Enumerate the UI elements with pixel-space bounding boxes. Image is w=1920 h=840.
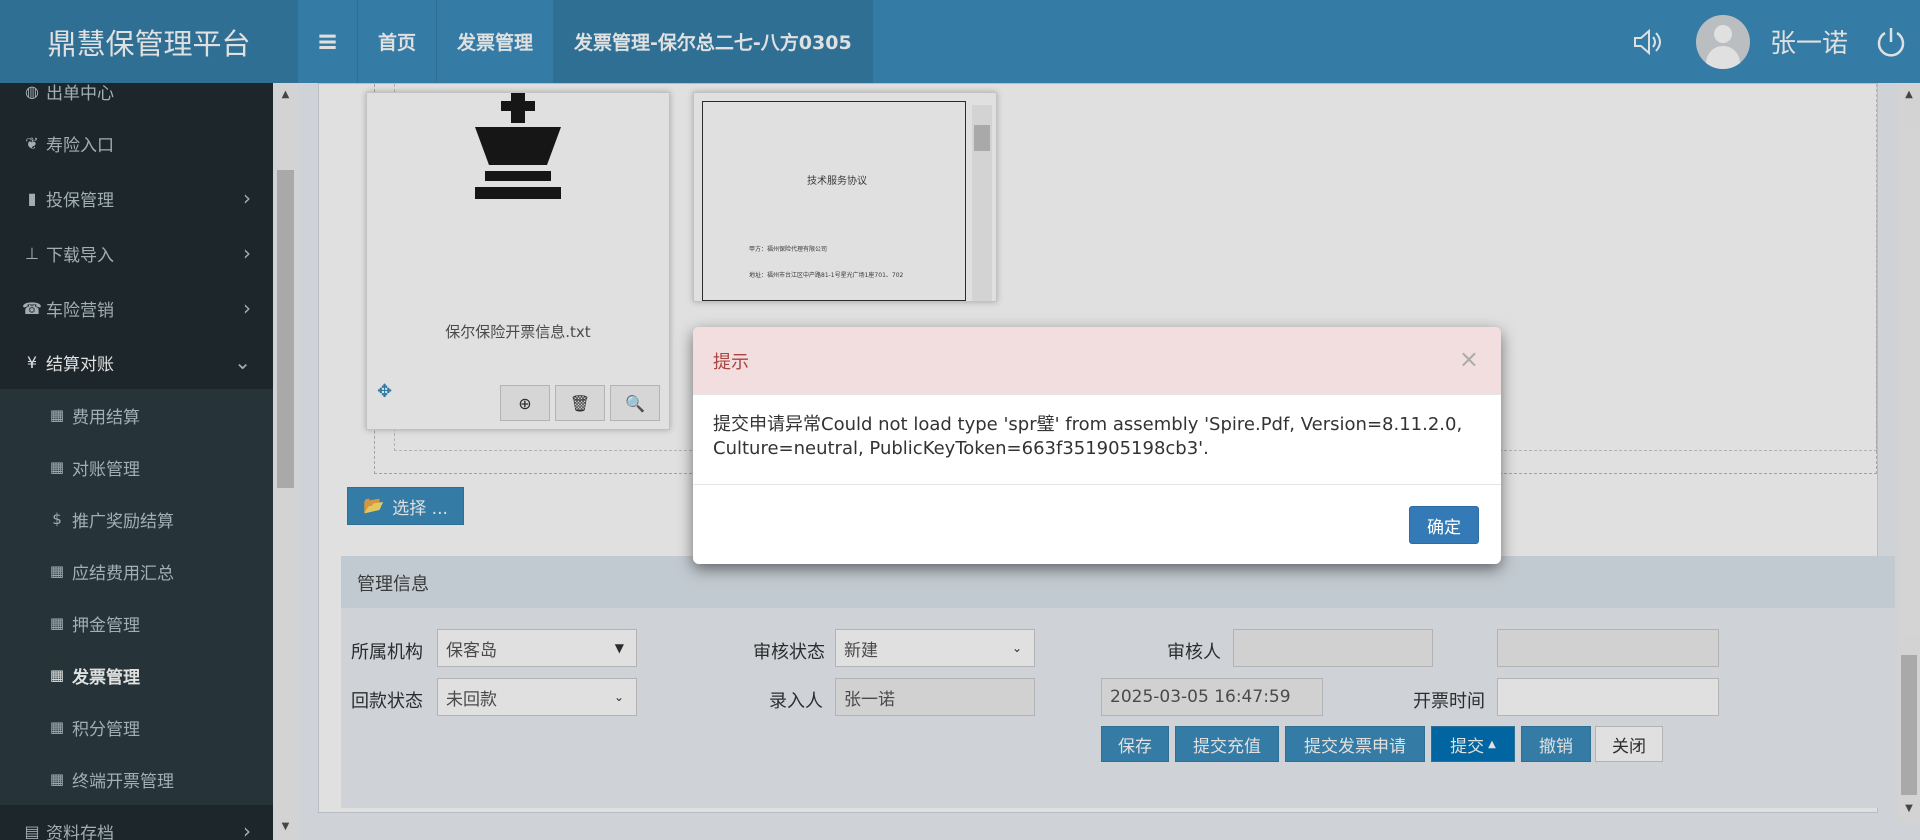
alert-modal: 提示 × 提交申请异常Could not load type 'spr璧' fr… bbox=[693, 327, 1501, 564]
modal-header: 提示 × bbox=[693, 327, 1501, 395]
modal-title: 提示 bbox=[713, 352, 749, 373]
modal-message: 提交申请异常Could not load type 'spr璧' from as… bbox=[713, 414, 1463, 459]
modal-footer: 确定 bbox=[693, 484, 1501, 564]
close-icon[interactable]: × bbox=[1459, 345, 1479, 373]
ok-button[interactable]: 确定 bbox=[1409, 506, 1479, 544]
